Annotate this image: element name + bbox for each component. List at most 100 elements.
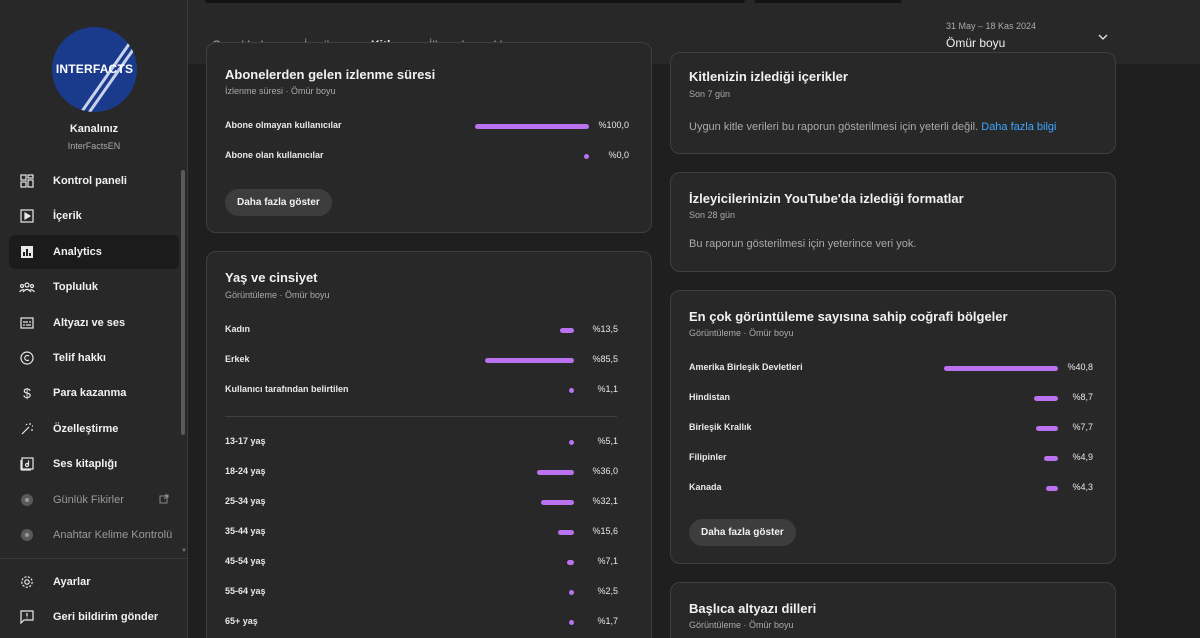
row-label: Amerika Birleşik Devletleri: [689, 362, 803, 372]
row-label: Filipinler: [689, 452, 727, 462]
row-label: Birleşik Krallık: [689, 422, 752, 432]
row-value: %15,6: [592, 526, 618, 536]
content-icon: [19, 208, 35, 224]
card-subtitle: Görüntüleme · Ömür boyu: [689, 328, 794, 338]
copyright-icon: [19, 350, 35, 366]
search-bar-edge[interactable]: [205, 0, 745, 3]
card-title: İzleyicilerinizin YouTube'da izlediği fo…: [689, 191, 964, 206]
sidebar-item-label: Topluluk: [53, 281, 99, 293]
data-row: 18-24 yaş %36,0: [225, 466, 618, 480]
percentage-bar: [536, 470, 574, 475]
data-row: Abone olan kullanıcılar %0,0: [225, 150, 629, 164]
row-value: %2,5: [597, 586, 618, 596]
row-value: %7,1: [597, 556, 618, 566]
community-icon: [19, 279, 35, 295]
row-value: %0,0: [608, 150, 629, 160]
row-value: %40,8: [1067, 362, 1093, 372]
sidebar-item-customization[interactable]: Özelleştirme: [9, 412, 179, 446]
row-label: Kadın: [225, 324, 251, 334]
sidebar-item-label: Ses kitaplığı: [53, 458, 118, 470]
row-value: %32,1: [592, 496, 618, 506]
external-link-icon: [159, 494, 169, 507]
extension-icon: [19, 492, 35, 508]
percentage-bar: [568, 440, 574, 445]
card-subtitle: Son 28 gün: [689, 210, 736, 220]
settings-gear-icon: [19, 574, 35, 590]
row-label: Kanada: [689, 482, 722, 492]
row-value: %8,7: [1072, 392, 1093, 402]
sidebar-item-subtitles[interactable]: Altyazı ve ses: [9, 306, 179, 340]
header-actions-edge: [755, 0, 901, 3]
sidebar-item-daily-ideas[interactable]: Günlük Fikirler: [9, 483, 179, 517]
data-row: Amerika Birleşik Devletleri %40,8: [689, 362, 1093, 376]
sidebar-item-label: Geri bildirim gönder: [53, 611, 159, 623]
scroll-down-caret-icon[interactable]: ▼: [181, 548, 187, 554]
show-more-button[interactable]: Daha fazla göster: [689, 519, 796, 546]
row-label: Kullanıcı tarafından belirtilen: [225, 384, 349, 394]
card-title: Yaş ve cinsiyet: [225, 270, 318, 285]
extension-icon: [19, 527, 35, 543]
channel-avatar[interactable]: INTERFACTS: [52, 27, 137, 112]
sidebar-item-monetization[interactable]: $ Para kazanma: [9, 376, 179, 410]
row-label: 55-64 yaş: [225, 586, 266, 596]
sidebar-item-analytics[interactable]: Analytics: [9, 235, 179, 269]
chevron-down-icon[interactable]: [1097, 30, 1109, 42]
sidebar-item-label: Analytics: [53, 246, 102, 258]
row-value: %13,5: [592, 324, 618, 334]
audio-library-icon: [19, 456, 35, 472]
sidebar-item-copyright[interactable]: Telif hakkı: [9, 341, 179, 375]
card-subtitle: Görüntüleme · Ömür boyu: [689, 620, 794, 630]
learn-more-link[interactable]: Daha fazla bilgi: [981, 121, 1056, 133]
row-label: Hindistan: [689, 392, 731, 402]
card-age-gender: Yaş ve cinsiyet Görüntüleme · Ömür boyu …: [206, 251, 652, 638]
sidebar-item-label: İçerik: [53, 210, 82, 222]
show-more-button[interactable]: Daha fazla göster: [225, 189, 332, 216]
date-period-label[interactable]: Ömür boyu: [946, 36, 1005, 50]
sidebar: INTERFACTS Kanalınız InterFactsEN Kontro…: [0, 0, 188, 638]
sidebar-scrollbar[interactable]: [181, 170, 185, 435]
data-row: Erkek %85,5: [225, 354, 618, 368]
channel-logo-text: INTERFACTS: [55, 62, 134, 76]
card-audience-watches: Kitlenizin izlediği içerikler Son 7 gün …: [670, 52, 1116, 154]
sidebar-item-feedback[interactable]: Geri bildirim gönder: [9, 600, 179, 634]
sidebar-item-community[interactable]: Topluluk: [9, 270, 179, 304]
percentage-bar: [475, 124, 589, 129]
data-row: 13-17 yaş %5,1: [225, 436, 618, 450]
data-row: 65+ yaş %1,7: [225, 616, 618, 630]
percentage-bar: [559, 328, 574, 333]
sidebar-item-label: Anahtar Kelime Kontrolü: [53, 529, 173, 541]
row-label: 13-17 yaş: [225, 436, 266, 446]
card-title: En çok görüntüleme sayısına sahip coğraf…: [689, 309, 1008, 324]
row-value: %1,7: [597, 616, 618, 626]
section-divider: [225, 416, 617, 417]
row-value: %36,0: [592, 466, 618, 476]
sidebar-item-dashboard[interactable]: Kontrol paneli: [9, 164, 179, 198]
sidebar-item-audio-library[interactable]: Ses kitaplığı: [9, 447, 179, 481]
message-text: Uygun kitle verileri bu raporun gösteril…: [689, 121, 979, 133]
data-row: 35-44 yaş %15,6: [225, 526, 618, 540]
channel-handle: InterFactsEN: [67, 141, 121, 151]
card-message: Bu raporun gösterilmesi için yeterince v…: [689, 238, 917, 250]
card-subtitle: Son 7 gün: [689, 89, 731, 99]
feedback-icon: [19, 609, 35, 625]
channel-name: Kanalınız: [69, 123, 119, 135]
dashboard-icon: [19, 173, 35, 189]
card-message: Uygun kitle verileri bu raporun gösteril…: [689, 121, 1056, 133]
sidebar-item-settings[interactable]: Ayarlar: [9, 565, 179, 599]
card-subtitle: Görüntüleme · Ömür boyu: [225, 290, 330, 300]
data-row: Filipinler %4,9: [689, 452, 1093, 466]
row-label: 18-24 yaş: [225, 466, 266, 476]
card-title: Başlıca altyazı dilleri: [689, 601, 817, 616]
analytics-icon: [19, 244, 35, 260]
row-value: %7,7: [1072, 422, 1093, 432]
sidebar-divider: [0, 558, 188, 559]
sidebar-item-label: Para kazanma: [53, 387, 127, 399]
date-range[interactable]: 31 May – 18 Kas 2024: [946, 21, 1036, 31]
sidebar-item-content[interactable]: İçerik: [9, 199, 179, 233]
percentage-bar: [943, 366, 1058, 371]
sidebar-item-label: Özelleştirme: [53, 423, 119, 435]
row-label: Abone olan kullanıcılar: [225, 150, 324, 160]
card-title: Abonelerden gelen izlenme süresi: [225, 67, 436, 82]
row-label: 65+ yaş: [225, 616, 258, 626]
sidebar-item-keyword-check[interactable]: Anahtar Kelime Kontrolü: [9, 518, 179, 552]
